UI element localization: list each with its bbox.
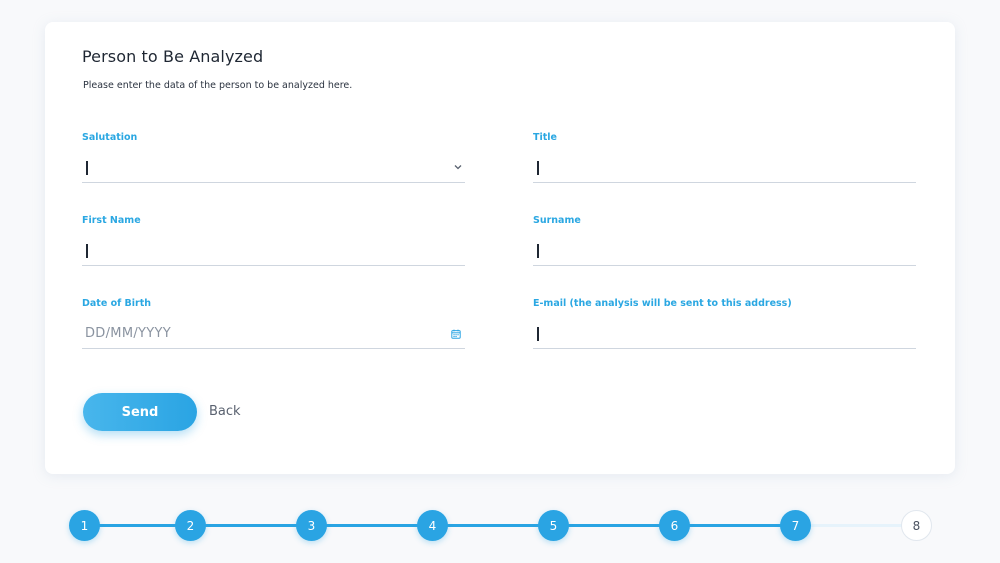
text-caret xyxy=(537,161,539,175)
step-3[interactable]: 3 xyxy=(296,510,327,541)
step-2[interactable]: 2 xyxy=(175,510,206,541)
date-of-birth-field: Date of Birth DD/MM/YYYY xyxy=(82,298,465,349)
title-field: Title xyxy=(533,132,916,183)
page-title: Person to Be Analyzed xyxy=(82,47,264,66)
form-card: Person to Be Analyzed Please enter the d… xyxy=(45,22,955,474)
page-subtitle: Please enter the data of the person to b… xyxy=(83,80,353,91)
email-label: E-mail (the analysis will be sent to thi… xyxy=(533,298,792,309)
step-5[interactable]: 5 xyxy=(538,510,569,541)
step-8[interactable]: 8 xyxy=(901,510,932,541)
text-caret xyxy=(537,327,539,341)
text-caret xyxy=(537,244,539,258)
email-field: E-mail (the analysis will be sent to thi… xyxy=(533,298,916,349)
send-button[interactable]: Send xyxy=(83,393,197,431)
progress-stepper: 1 2 3 4 5 6 7 8 xyxy=(69,510,932,541)
date-placeholder: DD/MM/YYYY xyxy=(85,326,171,341)
first-name-input[interactable] xyxy=(82,240,465,266)
calendar-icon[interactable] xyxy=(451,329,461,339)
step-6[interactable]: 6 xyxy=(659,510,690,541)
first-name-label: First Name xyxy=(82,215,141,226)
text-caret xyxy=(86,244,88,258)
date-of-birth-input[interactable]: DD/MM/YYYY xyxy=(82,323,465,349)
surname-label: Surname xyxy=(533,215,581,226)
date-of-birth-label: Date of Birth xyxy=(82,298,152,309)
salutation-select[interactable] xyxy=(82,157,465,183)
email-input[interactable] xyxy=(533,323,916,349)
surname-field: Surname xyxy=(533,215,916,266)
text-caret xyxy=(86,161,88,175)
title-label: Title xyxy=(533,132,557,143)
step-1[interactable]: 1 xyxy=(69,510,100,541)
salutation-field: Salutation xyxy=(82,132,465,183)
first-name-field: First Name xyxy=(82,215,465,266)
step-7[interactable]: 7 xyxy=(780,510,811,541)
chevron-down-icon[interactable] xyxy=(453,163,463,171)
back-link[interactable]: Back xyxy=(209,404,241,419)
surname-input[interactable] xyxy=(533,240,916,266)
title-input[interactable] xyxy=(533,157,916,183)
step-4[interactable]: 4 xyxy=(417,510,448,541)
salutation-label: Salutation xyxy=(82,132,138,143)
